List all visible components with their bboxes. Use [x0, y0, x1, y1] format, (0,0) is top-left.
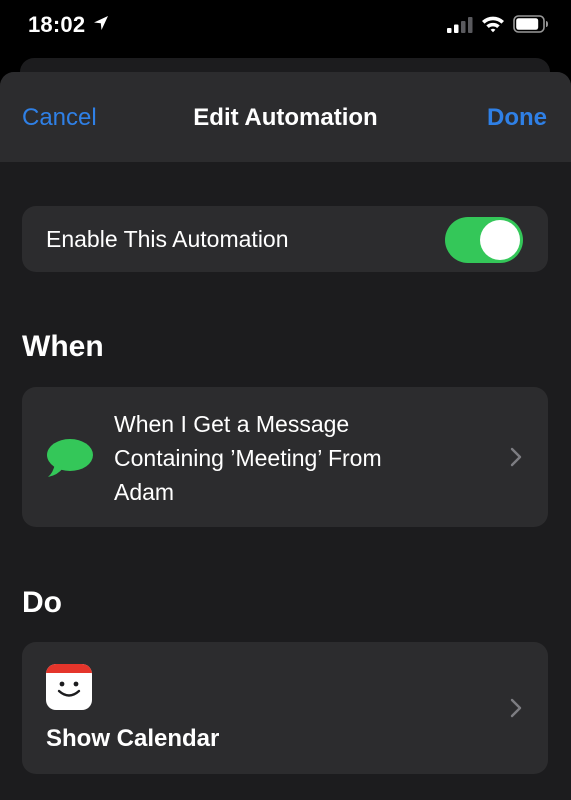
do-section-title: Do [22, 586, 62, 619]
trigger-line-3: Adam [114, 479, 175, 505]
page-title: Edit Automation [193, 104, 378, 131]
battery-icon [513, 15, 548, 33]
trigger-line-2: Containing ’Meeting’ From [114, 445, 382, 471]
toggle-knob [480, 220, 520, 260]
status-time: 18:02 [28, 12, 86, 37]
status-bar: 18:02 [0, 0, 571, 56]
wifi-icon [482, 16, 504, 33]
enable-automation-row: Enable This Automation [22, 206, 548, 272]
edit-automation-sheet: Cancel Edit Automation Done Enable This … [0, 72, 571, 800]
trigger-line-1: When I Get a Message [114, 411, 350, 437]
trigger-description: When I Get a Message Containing ’Meeting… [114, 407, 474, 509]
chevron-right-icon [510, 447, 522, 467]
chevron-right-icon [510, 698, 522, 718]
action-row[interactable]: Show Calendar [22, 642, 548, 774]
calendar-icon [46, 664, 92, 710]
cellular-signal-icon [447, 17, 473, 33]
location-arrow-icon [94, 16, 108, 30]
navigation-bar: Cancel Edit Automation Done [0, 72, 571, 162]
message-bubble-icon [47, 439, 93, 477]
when-section-title: When [22, 330, 104, 363]
enable-automation-label: Enable This Automation [46, 226, 289, 252]
action-label: Show Calendar [46, 725, 220, 752]
enable-automation-toggle[interactable] [445, 217, 523, 263]
done-button[interactable]: Done [487, 104, 547, 132]
trigger-row[interactable]: When I Get a Message Containing ’Meeting… [22, 387, 548, 527]
